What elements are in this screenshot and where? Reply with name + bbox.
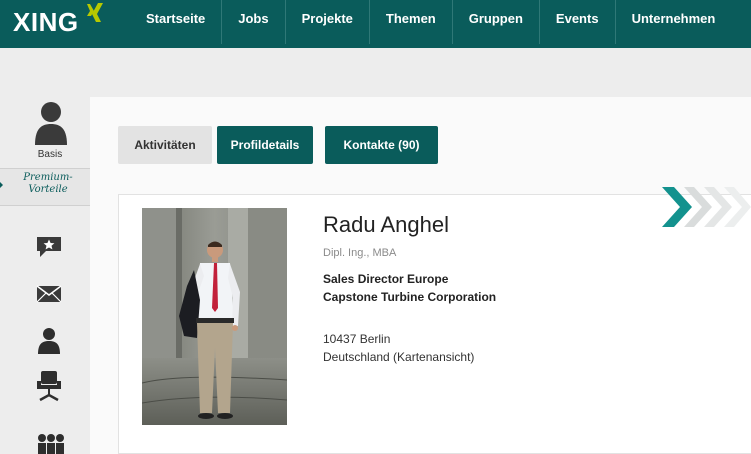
main-content: Aktivitäten Profildetails Kontakte (90) [90,97,751,454]
xing-logo-mark-icon [87,3,103,22]
mail-icon[interactable] [36,285,62,303]
user-silhouette-icon[interactable] [33,99,69,147]
profile-name: Radu Anghel [323,212,449,237]
chevron-right-icon [0,180,3,190]
nav-themen[interactable]: Themen [370,0,453,44]
top-navigation-bar: XING Startseite Jobs Projekte Themen Gru… [0,0,751,48]
country-map-link[interactable]: Deutschland (Kartenansicht) [323,350,474,364]
main-nav: Startseite Jobs Projekte Themen Gruppen … [130,0,731,44]
profile-card: Radu Anghel Dipl. Ing., MBA Sales Direct… [118,194,751,454]
tab-kontakte[interactable]: Kontakte (90) [325,126,438,164]
postal-city: 10437 Berlin [323,332,391,346]
nav-jobs[interactable]: Jobs [222,0,286,44]
contact-person-icon[interactable] [36,327,62,355]
xing-logo[interactable]: XING [13,7,79,38]
premium-benefits-label: Premium- Vorteile [6,172,90,196]
profile-photo[interactable] [142,208,287,425]
membership-label: Basis [37,149,63,160]
tab-profildetails[interactable]: Profildetails [217,126,313,164]
premium-line-2: Vorteile [28,184,68,195]
company-name[interactable]: Capstone Turbine Corporation [323,290,496,304]
nav-events[interactable]: Events [540,0,616,44]
nav-startseite[interactable]: Startseite [130,0,223,44]
left-sidebar: Basis Premium- Vorteile [0,95,94,454]
tab-aktivitaeten[interactable]: Aktivitäten [118,126,212,164]
chevron-arrows-icon [662,187,751,227]
nav-gruppen[interactable]: Gruppen [453,0,540,44]
office-chair-icon[interactable] [36,370,62,402]
job-position: Sales Director Europe [323,272,449,286]
group-icon[interactable] [36,433,66,454]
premium-line-1: Premium- [23,172,73,183]
nav-unternehmen[interactable]: Unternehmen [616,0,732,44]
academic-degree: Dipl. Ing., MBA [323,247,397,259]
premium-benefits-link[interactable]: Premium- Vorteile [0,168,94,206]
nav-projekte[interactable]: Projekte [286,0,370,44]
star-message-icon[interactable] [36,236,62,258]
